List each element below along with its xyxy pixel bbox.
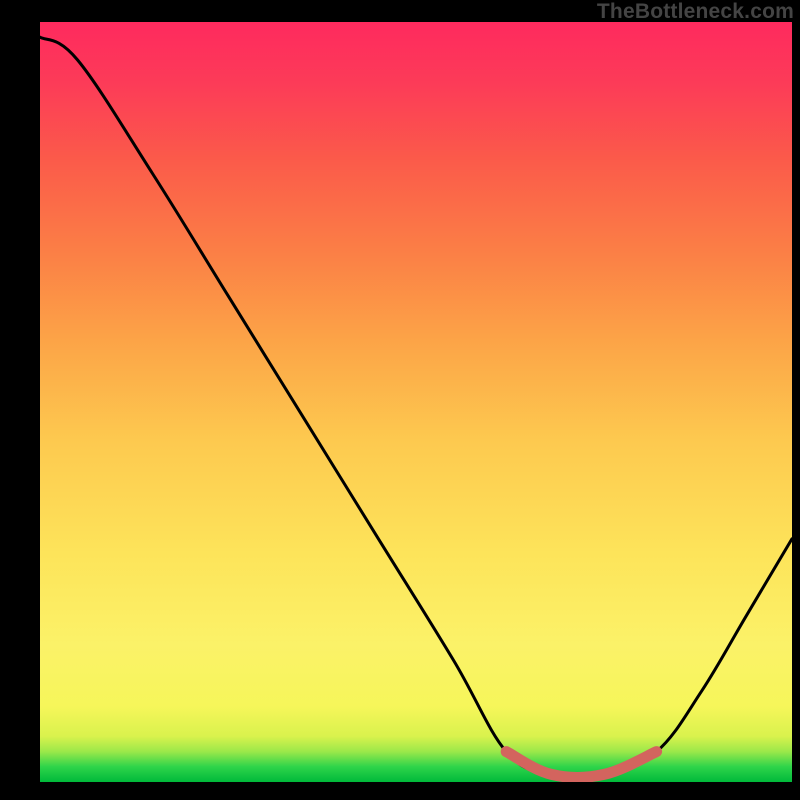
- bottleneck-curve: [40, 37, 792, 777]
- chart-frame: TheBottleneck.com: [0, 0, 800, 800]
- curve-layer: [40, 22, 792, 782]
- highlight-segment: [506, 752, 656, 778]
- watermark-text: TheBottleneck.com: [597, 0, 794, 24]
- plot-area: [40, 22, 792, 782]
